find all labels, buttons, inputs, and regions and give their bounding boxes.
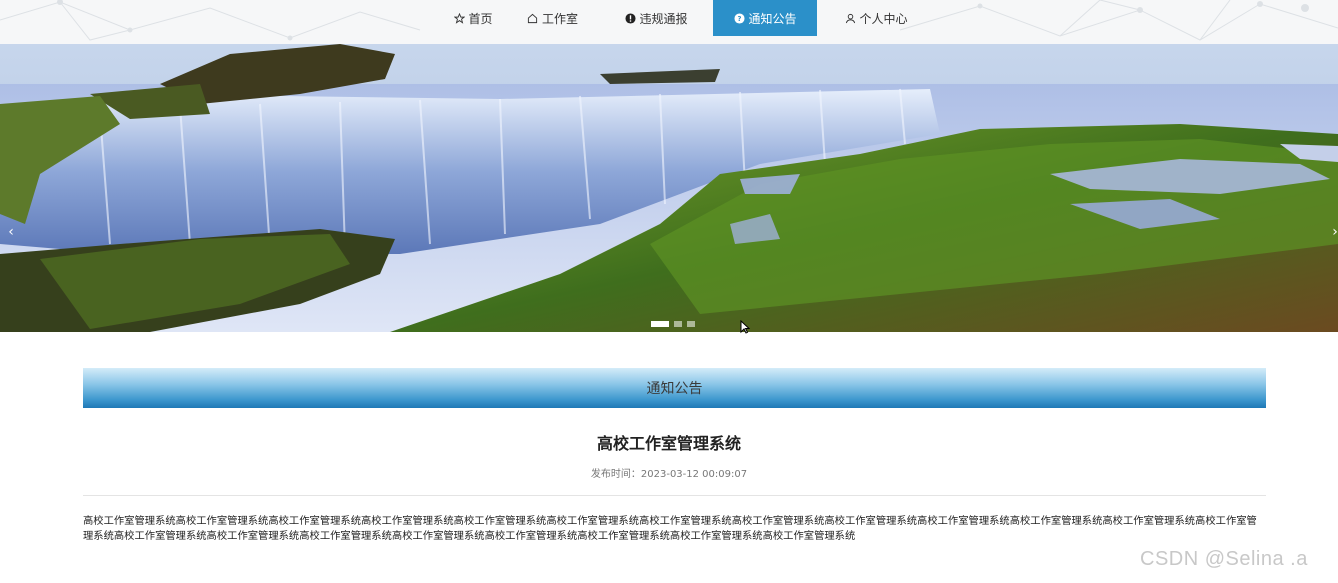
nav-item-label: 工作室 xyxy=(541,11,578,26)
section-header: 通知公告 xyxy=(83,368,1266,408)
question-circle-icon: ? xyxy=(733,12,745,24)
carousel-dot-3[interactable] xyxy=(687,321,695,327)
carousel-dot-2[interactable] xyxy=(674,321,682,327)
carousel-next-button[interactable]: › xyxy=(1328,222,1338,242)
divider xyxy=(83,495,1266,496)
nav-item-label: 违规通报 xyxy=(639,11,688,26)
main-nav: 首页 工作室 违规通报 ? 通知公告 个人中心 xyxy=(440,0,935,36)
section-title: 通知公告 xyxy=(646,381,703,397)
nav-item-label: 个人中心 xyxy=(859,11,908,26)
article-title: 高校工作室管理系统 xyxy=(596,434,741,453)
banner-carousel[interactable]: ‹ › xyxy=(0,44,1338,332)
nav-item-profile[interactable]: 个人中心 xyxy=(817,0,935,36)
watermark: CSDN @Selina .a xyxy=(1140,548,1308,570)
article-publish-time: 发布时间：2023-03-12 00:09:07 xyxy=(590,469,748,480)
carousel-indicators xyxy=(651,321,695,327)
top-navbar: 首页 工作室 违规通报 ? 通知公告 个人中心 xyxy=(0,0,1338,44)
nav-item-label: 首页 xyxy=(468,11,493,26)
carousel-prev-button[interactable]: ‹ xyxy=(4,222,18,242)
svg-text:?: ? xyxy=(737,14,741,22)
home-icon xyxy=(527,12,539,24)
carousel-dot-1[interactable] xyxy=(651,321,669,327)
star-outline-icon xyxy=(453,12,465,24)
nav-item-violations[interactable]: 违规通报 xyxy=(599,0,713,36)
nav-item-studio[interactable]: 工作室 xyxy=(506,0,599,36)
mouse-cursor-icon xyxy=(740,320,750,334)
nav-item-notices[interactable]: ? 通知公告 xyxy=(713,0,817,36)
user-icon xyxy=(844,12,856,24)
exclamation-circle-icon xyxy=(624,12,636,24)
article-body: 高校工作室管理系统高校工作室管理系统高校工作室管理系统高校工作室管理系统高校工作… xyxy=(83,515,1257,542)
nav-item-home[interactable]: 首页 xyxy=(440,0,506,36)
nav-item-label: 通知公告 xyxy=(748,11,797,26)
waterfall-landscape-image xyxy=(0,44,1338,332)
